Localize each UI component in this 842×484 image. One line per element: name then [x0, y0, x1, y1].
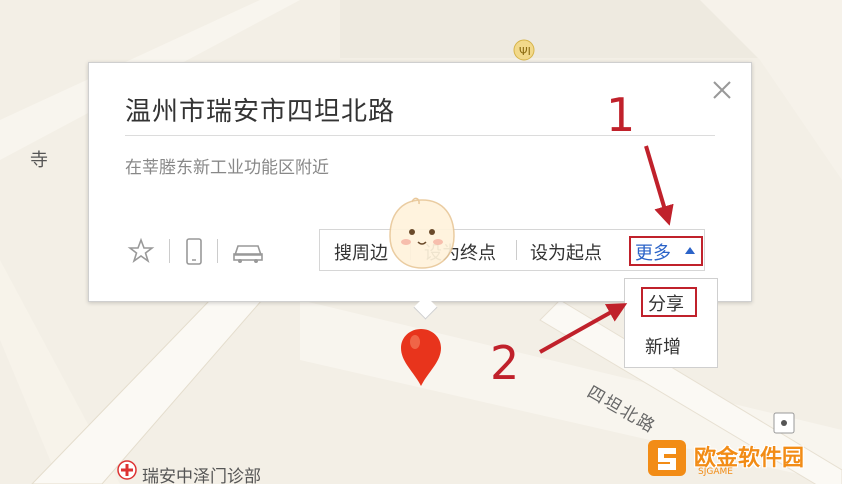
- watermark-subtext: SJGAME: [698, 467, 733, 477]
- arrow-1-icon: [644, 145, 674, 226]
- arrow-2-icon: [539, 303, 628, 354]
- screenshot: ΨΙ 寺 瑞安中泽门诊部 四坦北路 温州市瑞安市四坦北路 在莘塍东新工业功能区附…: [0, 0, 842, 484]
- annotation-arrows: [539, 145, 674, 354]
- step-1-label: 1: [606, 88, 636, 142]
- watermark: 欧金软件园 SJGAME: [646, 438, 838, 478]
- watermark-logo-icon: [648, 440, 686, 476]
- step-2-label: 2: [490, 336, 520, 390]
